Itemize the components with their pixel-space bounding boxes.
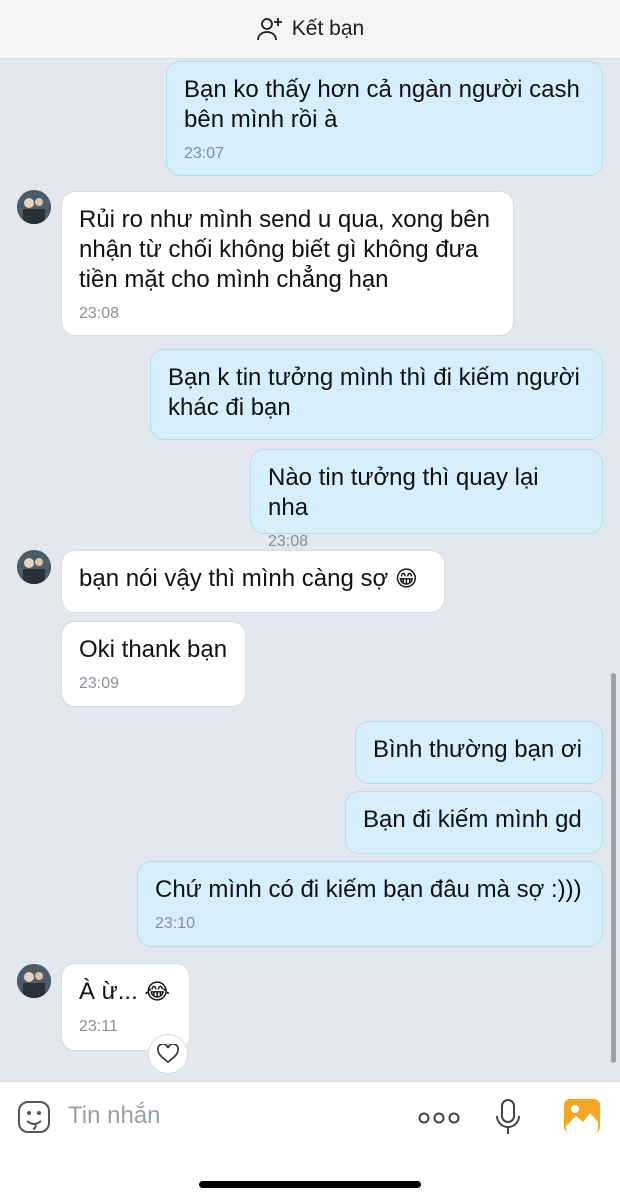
microphone-icon bbox=[496, 1099, 520, 1134]
message-outgoing[interactable]: Bạn ko thấy hơn cả ngàn người cash bên m… bbox=[166, 61, 603, 176]
message-text: Oki thank bạn bbox=[79, 636, 228, 663]
image-icon bbox=[564, 1099, 600, 1133]
avatar[interactable] bbox=[17, 550, 51, 584]
home-indicator bbox=[199, 1181, 421, 1188]
message-text: À ừ... bbox=[79, 978, 138, 1005]
laughing-emoji: 😂 bbox=[144, 980, 171, 1005]
gallery-button[interactable] bbox=[563, 1098, 601, 1139]
message-incoming[interactable]: Oki thank bạn 23:09 bbox=[61, 621, 246, 707]
add-friend-label: Kết bạn bbox=[291, 17, 365, 40]
add-user-icon bbox=[256, 18, 282, 41]
heart-icon bbox=[157, 1044, 179, 1064]
message-text: Bình thường bạn ơi bbox=[373, 736, 583, 763]
message-text: Chứ mình có đi kiếm bạn đâu mà sợ :))) bbox=[155, 876, 582, 903]
add-friend-button[interactable]: Kết bạn bbox=[256, 15, 364, 43]
message-incoming[interactable]: Rủi ro như mình send u qua, xong bên nhậ… bbox=[61, 191, 514, 336]
avatar[interactable] bbox=[17, 190, 51, 224]
more-button[interactable] bbox=[418, 1111, 460, 1130]
sticker-icon bbox=[18, 1101, 50, 1133]
message-input[interactable]: Tin nhắn bbox=[68, 1102, 161, 1130]
message-outgoing[interactable]: Chứ mình có đi kiếm bạn đâu mà sợ :))) 2… bbox=[137, 861, 603, 947]
voice-button[interactable] bbox=[494, 1098, 522, 1141]
avatar[interactable] bbox=[17, 964, 51, 998]
top-bar: Kết bạn bbox=[0, 0, 620, 59]
message-outgoing[interactable]: Nào tin tưởng thì quay lại nha 23:08 bbox=[250, 449, 603, 550]
message-time: 23:09 bbox=[79, 675, 120, 692]
react-button[interactable] bbox=[148, 1034, 188, 1074]
message-time: 23:10 bbox=[155, 915, 196, 932]
message-time: 23:11 bbox=[79, 1018, 118, 1035]
message-outgoing[interactable]: Bình thường bạn ơi bbox=[355, 721, 603, 784]
sticker-button[interactable] bbox=[16, 1099, 52, 1140]
message-text: bạn nói vậy thì mình càng sợ bbox=[79, 565, 389, 592]
message-time: 23:08 bbox=[268, 533, 309, 550]
message-text: Bạn k tin tưởng mình thì đi kiếm người k… bbox=[168, 364, 580, 421]
grinning-emoji: 😁 bbox=[394, 567, 418, 592]
message-incoming[interactable]: bạn nói vậy thì mình càng sợ 😁 bbox=[61, 550, 445, 613]
chat-area[interactable]: Bạn ko thấy hơn cả ngàn người cash bên m… bbox=[0, 59, 620, 1081]
message-text: Bạn ko thấy hơn cả ngàn người cash bên m… bbox=[184, 76, 580, 133]
message-text: Rủi ro như mình send u qua, xong bên nhậ… bbox=[79, 206, 490, 293]
message-text: Nào tin tưởng thì quay lại nha bbox=[268, 464, 539, 521]
message-outgoing[interactable]: Bạn đi kiếm mình gd bbox=[345, 791, 603, 854]
message-outgoing[interactable]: Bạn k tin tưởng mình thì đi kiếm người k… bbox=[150, 349, 603, 440]
message-time: 23:08 bbox=[79, 305, 120, 322]
message-time: 23:07 bbox=[184, 145, 225, 162]
more-icon bbox=[418, 1112, 460, 1124]
message-text: Bạn đi kiếm mình gd bbox=[363, 806, 582, 833]
scrollbar[interactable] bbox=[611, 673, 616, 1063]
